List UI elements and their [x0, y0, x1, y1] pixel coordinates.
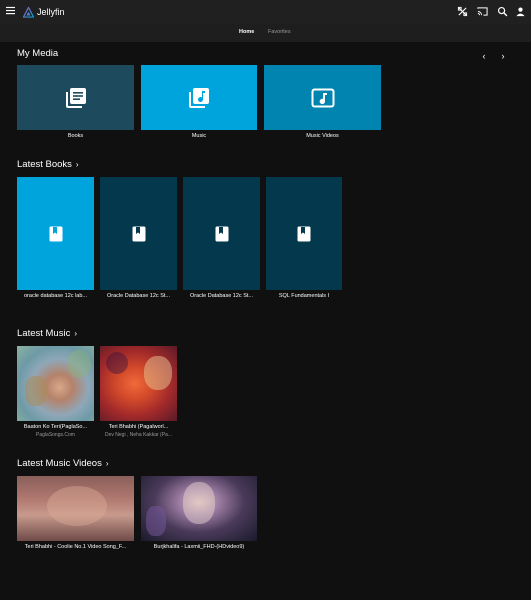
album-artist: PaglaSongs.Com	[36, 432, 75, 438]
album-artist: Dev Negi , Neha Kakkar (Pa...	[105, 432, 172, 438]
library-label: Music	[191, 133, 207, 139]
video-thumbnail	[17, 476, 134, 541]
book-icon	[215, 226, 228, 241]
book-title: Oracle Database 12c St...	[107, 293, 170, 299]
scroll-left-button[interactable]: ‹	[478, 50, 490, 62]
library-tile	[17, 65, 134, 130]
section-title-text: Latest Music	[17, 328, 71, 339]
book-icon	[132, 226, 145, 241]
album-cover	[17, 346, 94, 421]
book-title: SQL Fundamentals I	[278, 293, 330, 299]
tab-favorites[interactable]: Favorites	[268, 29, 291, 35]
video-thumbnail	[141, 476, 257, 541]
book-poster	[183, 177, 260, 290]
menu-icon[interactable]	[6, 6, 15, 15]
book-icon	[297, 226, 311, 241]
book-title: Oracle Database 12c St...	[190, 293, 253, 299]
book-poster	[17, 177, 94, 290]
section-title-latest-music[interactable]: Latest Music ›	[17, 328, 77, 339]
section-title-text: Latest Books	[17, 159, 72, 170]
cast-icon[interactable]	[477, 6, 488, 17]
album-cover	[100, 346, 177, 421]
home-tabs: Home Favorites	[0, 24, 531, 42]
section-title-text: Latest Music Videos	[17, 458, 102, 469]
brand-name: Jellyfin	[37, 7, 65, 17]
section-title-my-media: My Media	[17, 48, 59, 59]
jellyfin-logo[interactable]: Jellyfin	[23, 5, 65, 19]
video-title: Burjkhalifa - Laxmii_FHD-(HDvideo9)	[153, 544, 245, 550]
chevron-right-icon: ›	[74, 329, 77, 338]
search-icon[interactable]	[497, 6, 508, 17]
video-title: Teri Bhabhi - Coolie No.1 Video Song_F..…	[24, 544, 127, 550]
jellyfin-logo-icon	[23, 6, 34, 18]
chevron-right-icon: ›	[105, 459, 109, 468]
library-label: Books	[67, 133, 84, 139]
section-title-latest-books[interactable]: Latest Books ›	[17, 159, 79, 170]
scroll-right-button[interactable]: ›	[497, 50, 509, 62]
book-icon	[49, 226, 62, 241]
chevron-right-icon: ›	[75, 160, 79, 169]
section-title-latest-music-videos[interactable]: Latest Music Videos ›	[17, 458, 109, 469]
library-label: Music Videos	[306, 133, 339, 139]
library-music-icon	[189, 87, 209, 108]
album-title: Baaton Ko Teri(PaglaSo...	[23, 424, 88, 430]
remote-control-icon[interactable]	[457, 6, 468, 17]
album-title: Teri Bhabhi (Pagalworl...	[108, 424, 169, 430]
library-tile	[264, 65, 381, 130]
music-video-icon	[311, 88, 334, 107]
book-poster	[100, 177, 177, 290]
book-title: oracle database 12c lab...	[24, 293, 87, 299]
app-header: Jellyfin	[0, 0, 531, 24]
library-books-icon	[65, 87, 86, 108]
library-tile	[141, 65, 257, 130]
tab-home[interactable]: Home	[239, 29, 254, 35]
user-icon[interactable]	[515, 6, 526, 17]
book-poster	[266, 177, 342, 290]
